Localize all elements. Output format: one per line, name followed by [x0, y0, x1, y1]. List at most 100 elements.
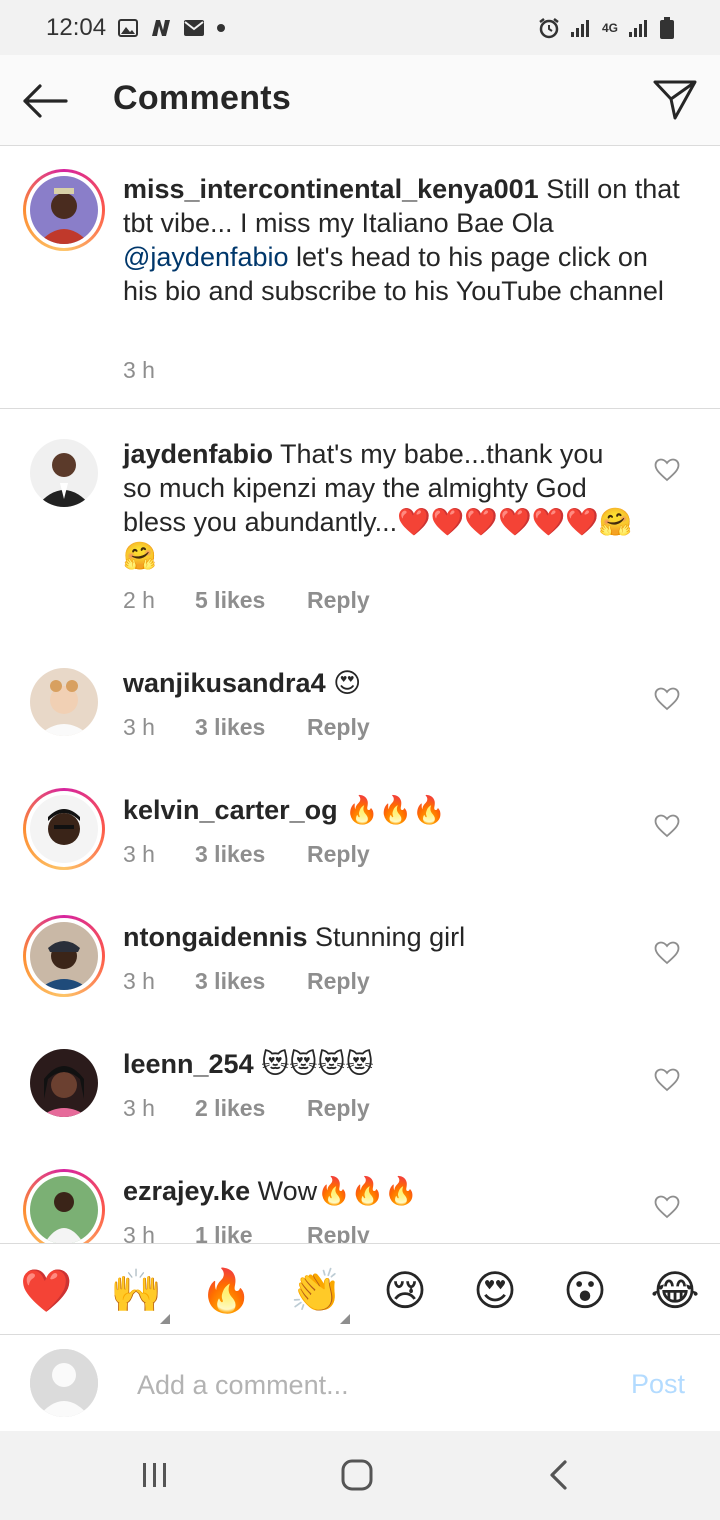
reply-button[interactable]: Reply [307, 1222, 370, 1243]
comment-likes[interactable]: 3 likes [195, 968, 307, 995]
comment-item: leenn_254 😻😻😻😻 3 h 2 likes Reply [0, 1019, 720, 1146]
caption-username[interactable]: miss_intercontinental_kenya001 [123, 174, 539, 204]
status-right: 4G [538, 16, 674, 39]
avatar[interactable] [30, 668, 98, 736]
emoji-cry[interactable]: 😢 [380, 1266, 430, 1316]
avatar[interactable] [30, 1049, 98, 1117]
recents-icon [143, 1463, 166, 1487]
avatar [30, 1349, 98, 1417]
comment-composer: Post [0, 1335, 720, 1431]
heart-icon [654, 814, 680, 838]
comment-time: 3 h [123, 1222, 155, 1243]
reply-button[interactable]: Reply [307, 1095, 370, 1122]
comment-meta: 3 h 3 likes Reply [123, 841, 370, 868]
emoji-reaction-bar: ❤️ 🙌 🔥 👏 😢 😍 😮 😂 [0, 1243, 720, 1335]
post-caption: miss_intercontinental_kenya001 Still on … [0, 146, 720, 409]
avatar[interactable] [30, 439, 98, 507]
like-button[interactable] [653, 686, 681, 712]
4g-icon: 4G [601, 20, 618, 35]
comment-item: jaydenfabio That's my babe...thank you s… [0, 409, 720, 639]
comment-text: leenn_254 😻😻😻😻 [123, 1047, 633, 1081]
comment-text: ntongaidennis Stunning girl [123, 920, 633, 954]
home-button[interactable] [335, 1455, 379, 1495]
comment-likes[interactable]: 3 likes [195, 714, 307, 741]
comment-time: 2 h [123, 587, 155, 613]
comment-text: ezrajey.ke Wow🔥🔥🔥 [123, 1174, 633, 1208]
heart-icon [654, 687, 680, 711]
caption-meta: 3 h [123, 357, 195, 384]
comment-username[interactable]: leenn_254 [123, 1049, 254, 1079]
status-time: 12:04 [46, 13, 107, 41]
comment-username[interactable]: wanjikusandra4 [123, 668, 326, 698]
n-icon [150, 19, 172, 37]
status-left: 12:04 [46, 14, 226, 42]
comment-body: 😻😻😻😻 [253, 1049, 374, 1079]
like-button[interactable] [653, 940, 681, 966]
comment-likes[interactable]: 3 likes [195, 841, 307, 868]
image-icon [118, 18, 139, 37]
like-button[interactable] [653, 813, 681, 839]
comment-body: 🔥🔥🔥 [337, 795, 446, 825]
emoji-raised-hands[interactable]: 🙌 [110, 1266, 162, 1316]
comment-time: 3 h [123, 968, 155, 994]
reply-button[interactable]: Reply [307, 714, 370, 741]
emoji-heart[interactable]: ❤️ [20, 1266, 72, 1316]
signal-icon [570, 18, 592, 38]
alarm-icon [538, 17, 560, 39]
home-icon [341, 1459, 373, 1491]
comment-time: 3 h [123, 841, 155, 867]
avatar[interactable] [30, 795, 98, 863]
comment-username[interactable]: ntongaidennis [123, 922, 308, 952]
like-button[interactable] [653, 457, 681, 483]
avatar[interactable] [30, 922, 98, 990]
comment-input[interactable] [137, 1365, 597, 1405]
comment-text: jaydenfabio That's my babe...thank you s… [123, 437, 633, 573]
reply-button[interactable]: Reply [307, 841, 370, 868]
comment-time: 3 h [123, 714, 155, 740]
comment-body: Stunning girl [307, 922, 466, 952]
emoji-heart-eyes[interactable]: 😍 [470, 1266, 520, 1316]
heart-icon [654, 1068, 680, 1092]
comment-likes[interactable]: 5 likes [195, 587, 307, 614]
comment-likes[interactable]: 2 likes [195, 1095, 307, 1122]
comment-text: wanjikusandra4 😍 [123, 666, 633, 700]
comment-username[interactable]: ezrajey.ke [123, 1176, 250, 1206]
comment-item: kelvin_carter_og 🔥🔥🔥 3 h 3 likes Reply [0, 765, 720, 892]
caption-text: miss_intercontinental_kenya001 Still on … [123, 172, 683, 308]
like-button[interactable] [653, 1194, 681, 1220]
emoji-fire[interactable]: 🔥 [200, 1266, 252, 1316]
back-nav-button[interactable] [537, 1455, 581, 1495]
arrow-left-icon [23, 84, 68, 118]
comment-item: wanjikusandra4 😍 3 h 3 likes Reply [0, 638, 720, 765]
status-bar: 12:04 4G [0, 0, 720, 55]
comment-time: 3 h [123, 1095, 155, 1121]
emoji-clap[interactable]: 👏 [290, 1266, 342, 1316]
reply-button[interactable]: Reply [307, 968, 370, 995]
header: Comments [0, 55, 720, 146]
comment-likes[interactable]: 1 like [195, 1222, 307, 1243]
emoji-surprised[interactable]: 😮 [560, 1266, 610, 1316]
caption-mention[interactable]: @jaydenfabio [123, 242, 289, 272]
chevron-left-icon [550, 1460, 567, 1490]
comment-item: ezrajey.ke Wow🔥🔥🔥 3 h 1 like Reply [0, 1146, 720, 1243]
post-button[interactable]: Post [631, 1369, 685, 1400]
comment-username[interactable]: kelvin_carter_og [123, 795, 338, 825]
comment-meta: 2 h 5 likes Reply [123, 587, 370, 614]
back-button[interactable] [20, 79, 70, 123]
comment-text: kelvin_carter_og 🔥🔥🔥 [123, 793, 633, 827]
comment-meta: 3 h 3 likes Reply [123, 714, 370, 741]
share-button[interactable] [650, 75, 700, 125]
comment-meta: 3 h 3 likes Reply [123, 968, 370, 995]
emoji-joy[interactable]: 😂 [650, 1266, 700, 1316]
comment-body: Wow🔥🔥🔥 [250, 1176, 418, 1206]
reply-button[interactable]: Reply [307, 587, 370, 614]
avatar[interactable] [30, 176, 98, 244]
like-button[interactable] [653, 1067, 681, 1093]
skin-tone-indicator [160, 1314, 170, 1324]
avatar[interactable] [30, 1176, 98, 1243]
comment-list: jaydenfabio That's my babe...thank you s… [0, 409, 720, 1243]
comment-username[interactable]: jaydenfabio [123, 439, 273, 469]
recent-apps-button[interactable] [133, 1455, 177, 1495]
signal-icon [628, 18, 650, 38]
caption-time: 3 h [123, 357, 155, 383]
